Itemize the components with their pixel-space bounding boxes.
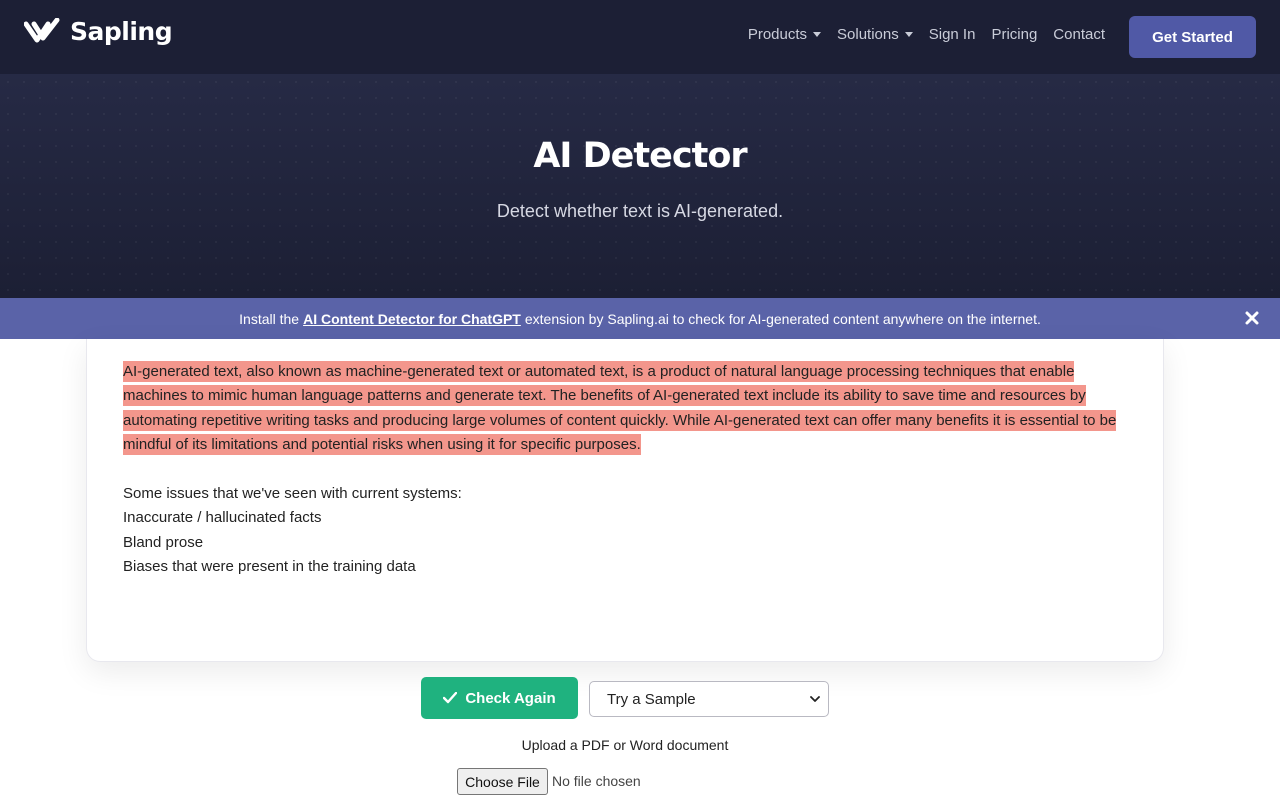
- main-nav: Products Solutions Sign In Pricing Conta…: [748, 26, 1105, 43]
- checkmark-icon: [443, 692, 458, 704]
- chevron-down-icon: [813, 32, 822, 37]
- choose-file-button[interactable]: Choose File: [457, 768, 548, 795]
- banner-extension-link[interactable]: AI Content Detector for ChatGPT: [303, 311, 521, 327]
- brand-name: Sapling: [70, 17, 173, 46]
- ai-paragraph: AI-generated text, also known as machine…: [123, 360, 1133, 458]
- nav-sign-in-label: Sign In: [928, 26, 976, 43]
- file-status: No file chosen: [552, 773, 641, 789]
- extension-banner: Install the AI Content Detector for Chat…: [0, 298, 1280, 339]
- page-title: AI Detector: [533, 136, 747, 176]
- sample-select-value: Try a Sample: [607, 690, 696, 708]
- chevron-down-icon: [810, 695, 820, 702]
- editor-line: Bland prose: [123, 533, 204, 551]
- banner-prefix: Install the: [239, 310, 300, 327]
- top-navbar: Sapling Products Solutions Sign In Prici…: [0, 0, 1280, 74]
- editor-line: Biases that were present in the training…: [123, 558, 416, 576]
- ai-highlighted-text: AI-generated text, also known as machine…: [123, 361, 1117, 456]
- hero-section: AI Detector Detect whether text is AI-ge…: [0, 74, 1280, 298]
- check-again-button[interactable]: Check Again: [421, 677, 578, 719]
- upload-label: Upload a PDF or Word document: [521, 737, 729, 753]
- editor-line: Inaccurate / hallucinated facts: [123, 509, 322, 527]
- nav-solutions-label: Solutions: [837, 26, 899, 43]
- nav-pricing-label: Pricing: [991, 26, 1038, 43]
- editor-line: Some issues that we've seen with current…: [123, 485, 462, 503]
- nav-contact-label: Contact: [1053, 26, 1105, 43]
- sample-select[interactable]: Try a Sample: [589, 681, 829, 717]
- page-subtitle: Detect whether text is AI-generated.: [496, 201, 784, 221]
- brand-logo[interactable]: Sapling: [24, 17, 173, 46]
- get-started-button[interactable]: Get Started: [1129, 16, 1256, 58]
- nav-sign-in[interactable]: Sign In: [929, 26, 976, 43]
- editor-content[interactable]: AI-generated text, also known as machine…: [123, 360, 1133, 580]
- nav-products[interactable]: Products: [747, 26, 822, 43]
- banner-suffix: extension by Sapling.ai to check for AI-…: [524, 310, 1041, 327]
- sapling-logo-icon: [24, 17, 60, 42]
- text-editor[interactable]: AI-generated text, also known as machine…: [86, 339, 1164, 662]
- close-icon[interactable]: [1242, 308, 1262, 328]
- nav-pricing[interactable]: Pricing: [991, 26, 1037, 43]
- chevron-down-icon: [904, 32, 913, 37]
- check-again-label: Check Again: [465, 689, 556, 707]
- nav-products-label: Products: [747, 26, 808, 43]
- nav-solutions[interactable]: Solutions: [837, 26, 913, 43]
- nav-contact[interactable]: Contact: [1053, 26, 1105, 43]
